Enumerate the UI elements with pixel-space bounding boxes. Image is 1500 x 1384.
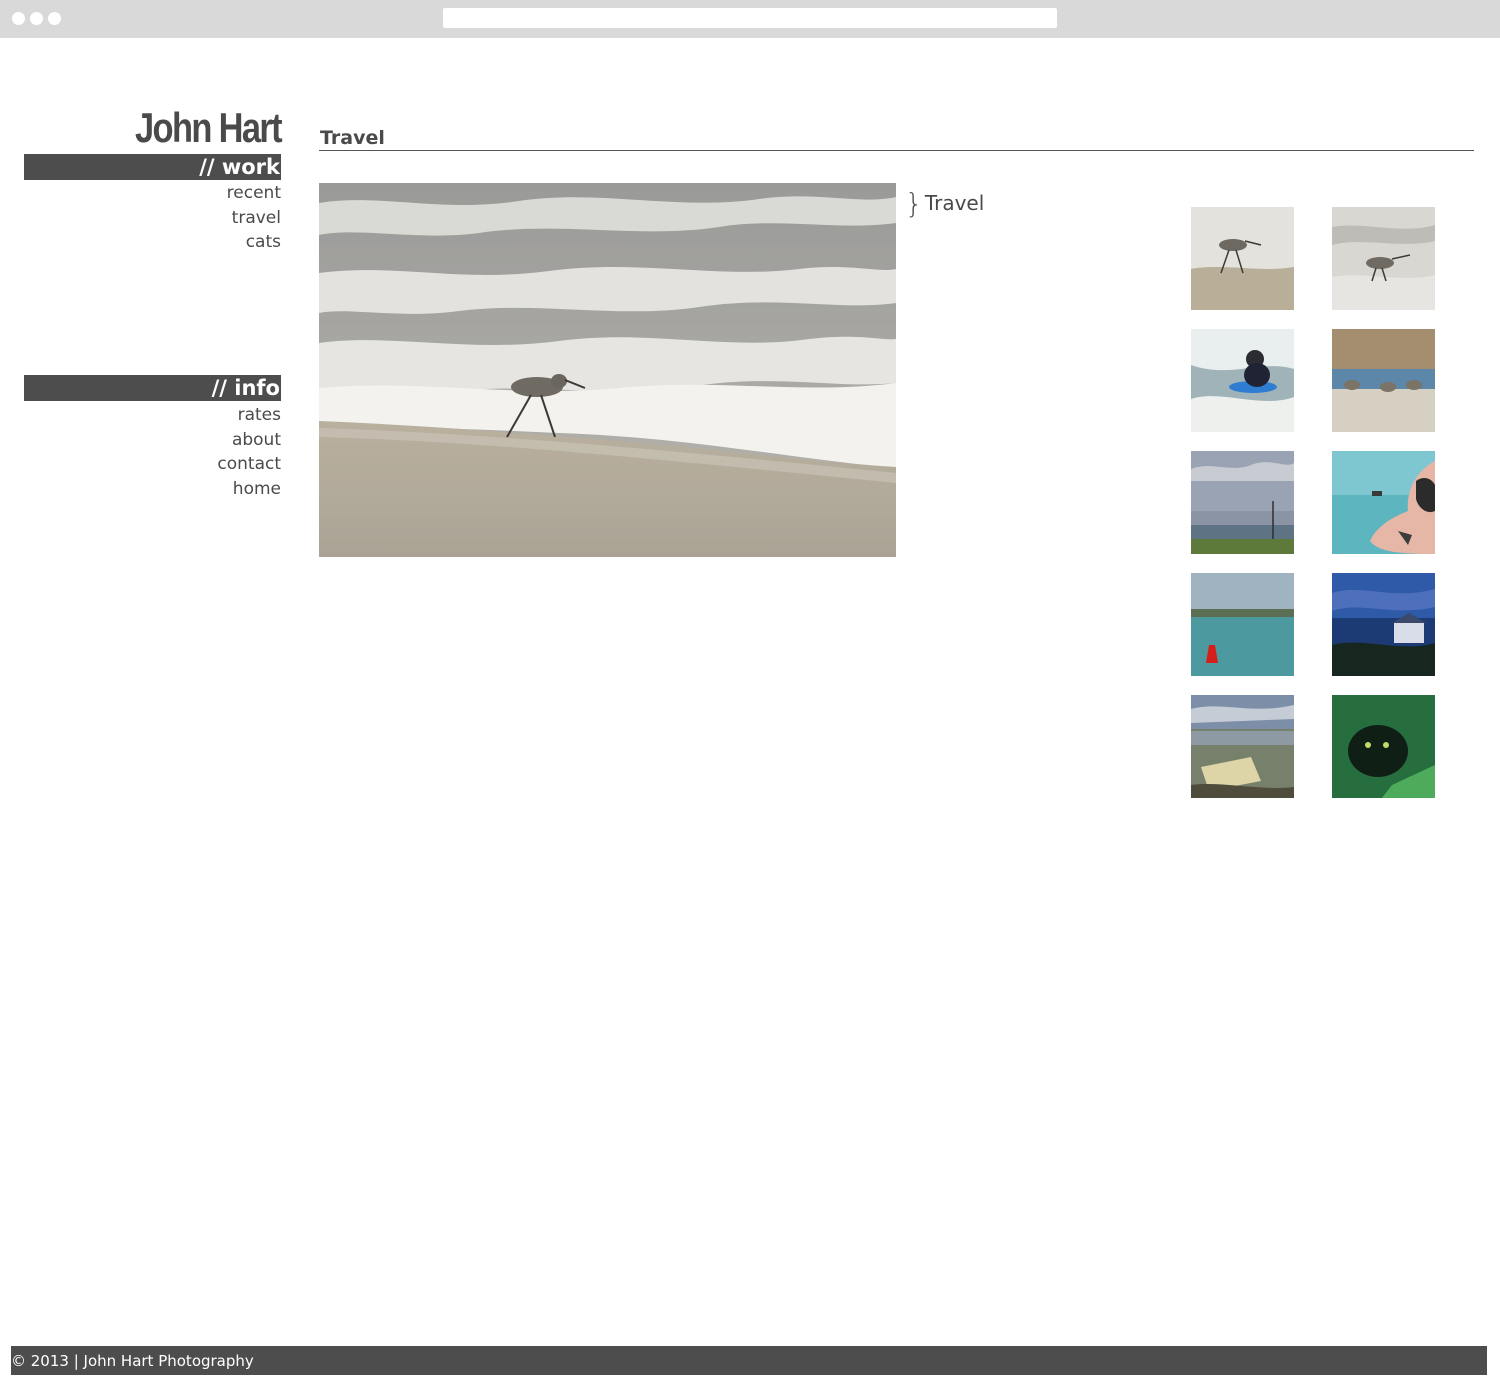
work-nav: recent travel cats bbox=[24, 181, 281, 255]
thumbnail-boogie-boarder[interactable] bbox=[1191, 329, 1294, 432]
footer-bar: © 2013 | John Hart Photography bbox=[11, 1346, 1487, 1375]
window-close-dot[interactable] bbox=[12, 12, 25, 25]
main-photo bbox=[319, 183, 896, 557]
thumbnail-sandpiper-on-foam[interactable] bbox=[1332, 207, 1435, 310]
page-title: Travel bbox=[320, 127, 385, 149]
nav-item-home[interactable]: home bbox=[24, 477, 281, 502]
footer-copyright: © 2013 | John Hart Photography bbox=[11, 1352, 254, 1370]
window-maximize-dot[interactable] bbox=[48, 12, 61, 25]
photo-caption-text: Travel bbox=[924, 191, 985, 215]
nav-item-travel[interactable]: travel bbox=[24, 206, 281, 231]
thumbnail-hilltop-sign[interactable] bbox=[1191, 695, 1294, 798]
photo-caption: } Travel bbox=[905, 184, 985, 220]
thumbnail-birds-on-sand[interactable] bbox=[1332, 329, 1435, 432]
thumbnail-harbor-cloudy-sky[interactable] bbox=[1191, 451, 1294, 554]
thumbnail-tattooed-arm-boat[interactable] bbox=[1332, 451, 1435, 554]
thumbnail-red-buoy-water[interactable] bbox=[1191, 573, 1294, 676]
title-divider bbox=[319, 150, 1474, 151]
info-section-heading: // info bbox=[24, 375, 281, 401]
nav-item-contact[interactable]: contact bbox=[24, 452, 281, 477]
address-bar[interactable] bbox=[443, 8, 1057, 28]
site-brand[interactable]: John Hart bbox=[135, 104, 283, 152]
caption-brace: } bbox=[905, 187, 923, 220]
thumbnail-black-cat-green[interactable] bbox=[1332, 695, 1435, 798]
info-nav: rates about contact home bbox=[24, 403, 281, 501]
thumbnail-sandpiper-in-surf[interactable] bbox=[1191, 207, 1294, 310]
thumbnail-houses-at-dusk[interactable] bbox=[1332, 573, 1435, 676]
nav-item-cats[interactable]: cats bbox=[24, 230, 281, 255]
browser-chrome bbox=[0, 0, 1500, 38]
nav-item-about[interactable]: about bbox=[24, 428, 281, 453]
nav-item-rates[interactable]: rates bbox=[24, 403, 281, 428]
work-section-heading: // work bbox=[24, 154, 281, 180]
nav-item-recent[interactable]: recent bbox=[24, 181, 281, 206]
window-minimize-dot[interactable] bbox=[30, 12, 43, 25]
